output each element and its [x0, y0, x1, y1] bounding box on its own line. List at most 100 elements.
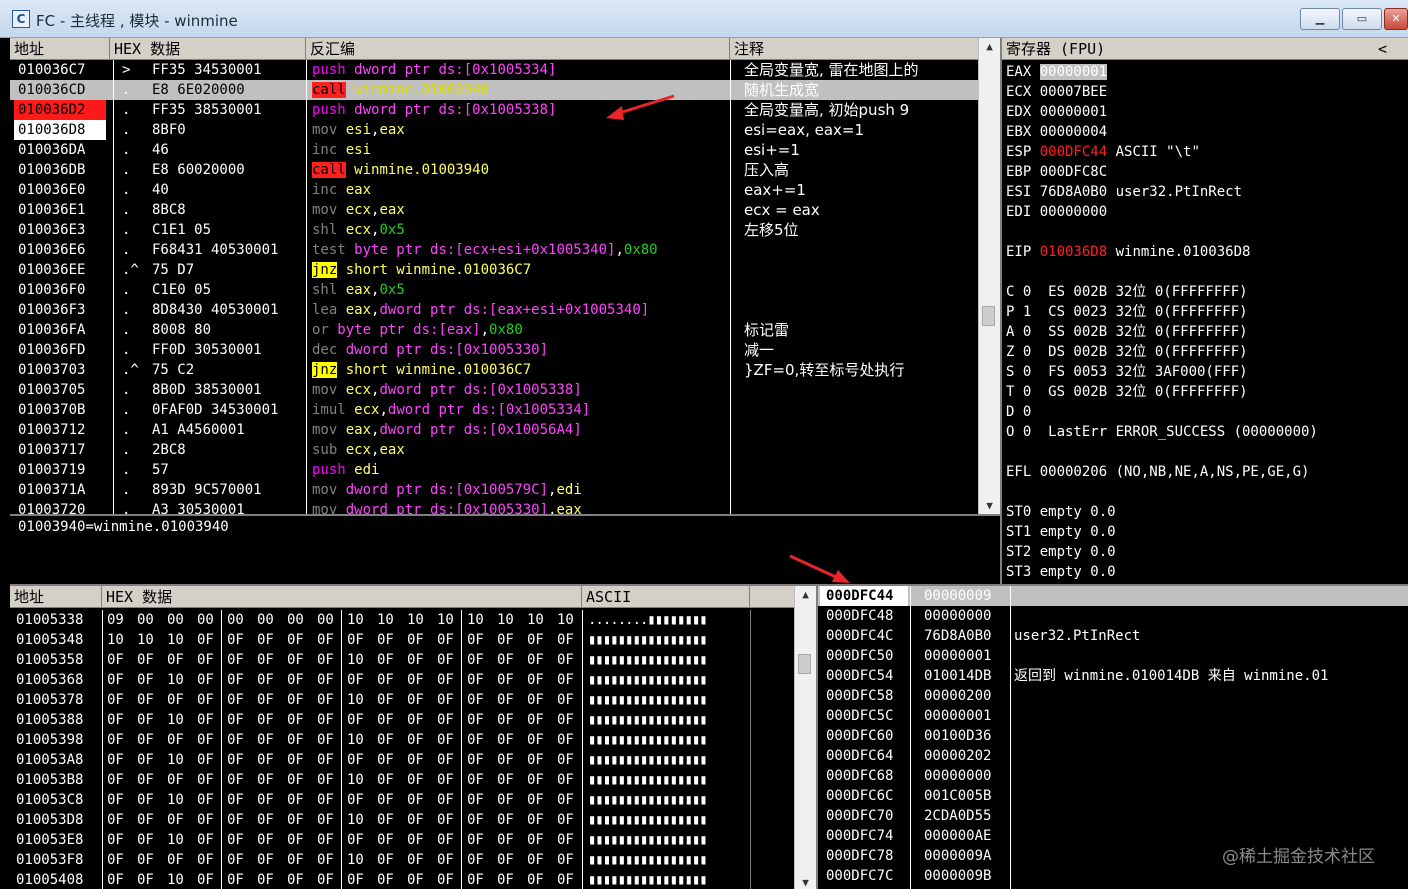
dump-byte[interactable]: 0F: [497, 870, 525, 889]
dump-byte[interactable]: 0F: [287, 650, 315, 670]
disasm-address[interactable]: 010036DA: [14, 140, 106, 160]
dump-byte[interactable]: 0F: [497, 690, 525, 710]
register-line[interactable]: EDX 00000001: [1006, 102, 1406, 122]
register-line[interactable]: EDI 00000000: [1006, 202, 1406, 222]
dump-byte[interactable]: 0F: [467, 630, 495, 650]
dump-byte[interactable]: 0F: [287, 750, 315, 770]
stack-value[interactable]: 00000001: [924, 706, 1008, 726]
disasm-row[interactable]: 010036E3. C1E1 05 shl ecx,0x5 左移5位: [10, 220, 980, 240]
dump-byte[interactable]: 0F: [227, 690, 255, 710]
dump-byte[interactable]: 0F: [557, 770, 585, 790]
disasm-address[interactable]: 010036E0: [14, 180, 106, 200]
disasm-instruction[interactable]: inc eax: [312, 180, 728, 200]
register-line[interactable]: ST1 empty 0.0: [1006, 522, 1406, 542]
dump-byte[interactable]: 0F: [377, 750, 405, 770]
dump-byte[interactable]: 00: [137, 610, 165, 630]
disasm-row[interactable]: 010036DA. 46 inc esi esi+=1: [10, 140, 980, 160]
register-line[interactable]: ST2 empty 0.0: [1006, 542, 1406, 562]
dump-row[interactable]: 01005408 0F 0F 10 0F 0F 0F 0F 0F 0F 0F 0F 0F 0F 0F 0F 0F…: [10, 870, 794, 889]
registers-pane[interactable]: 寄存器 (FPU) < EAX 00000001 ECX 00007BEE EDX …: [1000, 38, 1408, 584]
dump-byte[interactable]: 10: [347, 850, 375, 870]
stack-row[interactable]: 000DFC60 00100D36: [818, 726, 1408, 746]
disasm-instruction[interactable]: push dword ptr ds:[0x1005334]: [312, 60, 728, 80]
dump-byte[interactable]: 10: [407, 610, 435, 630]
dump-byte[interactable]: 0F: [557, 630, 585, 650]
dump-byte[interactable]: 0F: [227, 630, 255, 650]
disasm-instruction[interactable]: or byte ptr ds:[eax],0x80: [312, 320, 728, 340]
stack-value[interactable]: 00000000: [924, 606, 1008, 626]
scroll-up-icon[interactable]: ▲: [979, 40, 1000, 53]
disasm-instruction[interactable]: push edi: [312, 460, 728, 480]
dump-byte[interactable]: 0F: [407, 810, 435, 830]
dump-byte[interactable]: 0F: [347, 830, 375, 850]
dump-byte[interactable]: 0F: [137, 650, 165, 670]
dump-byte[interactable]: 10: [167, 750, 195, 770]
dump-row[interactable]: 010053C8 0F 0F 10 0F 0F 0F 0F 0F 0F 0F 0F 0F 0F 0F 0F 0F…: [10, 790, 794, 810]
dump-byte[interactable]: 0F: [467, 670, 495, 690]
dump-byte[interactable]: 0F: [347, 750, 375, 770]
dump-address[interactable]: 010053C8: [16, 790, 104, 810]
dump-address[interactable]: 010053D8: [16, 810, 104, 830]
dump-byte[interactable]: 0F: [467, 810, 495, 830]
dump-byte[interactable]: 0F: [377, 670, 405, 690]
dump-byte[interactable]: 0F: [137, 730, 165, 750]
register-line[interactable]: EFL 00000206 (NO,NB,NE,A,NS,PE,GE,G): [1006, 462, 1406, 482]
dump-byte[interactable]: 0F: [287, 630, 315, 650]
register-line[interactable]: ECX 00007BEE: [1006, 82, 1406, 102]
dump-byte[interactable]: 0F: [107, 690, 135, 710]
disasm-row[interactable]: 01003705. 8B0D 38530001 mov ecx,dword ptr …: [10, 380, 980, 400]
dump-byte[interactable]: 0F: [107, 670, 135, 690]
stack-value[interactable]: 00000009: [924, 586, 1008, 606]
dump-byte[interactable]: 0F: [407, 710, 435, 730]
dump-byte[interactable]: 0F: [137, 690, 165, 710]
dump-byte[interactable]: 0F: [347, 870, 375, 889]
stack-row[interactable]: 000DFC5C 00000001: [818, 706, 1408, 726]
disasm-row[interactable]: 01003719. 57 push edi: [10, 460, 980, 480]
dump-rows[interactable]: 01005338 09 00 00 00 00 00 00 00 10 10 10 10 10 10 10 10…: [10, 610, 794, 889]
dump-byte[interactable]: 0F: [527, 810, 555, 830]
stack-address[interactable]: 000DFC60: [820, 726, 908, 746]
dump-byte[interactable]: 0F: [497, 830, 525, 850]
register-line[interactable]: D 0: [1006, 402, 1406, 422]
disasm-instruction[interactable]: test byte ptr ds:[ecx+esi+0x1005340],0x8…: [312, 240, 728, 260]
dump-byte[interactable]: 0F: [467, 710, 495, 730]
disasm-address[interactable]: 01003720: [14, 500, 106, 514]
dump-byte[interactable]: 0F: [287, 710, 315, 730]
disasm-row[interactable]: 010036D8. 8BF0 mov esi,eax esi=eax, eax=1: [10, 120, 980, 140]
stack-address[interactable]: 000DFC48: [820, 606, 908, 626]
dump-byte[interactable]: 0F: [137, 830, 165, 850]
disasm-instruction[interactable]: jnz short winmine.010036C7: [312, 260, 728, 280]
stack-address[interactable]: 000DFC6C: [820, 786, 908, 806]
disasm-row[interactable]: 0100371A. 893D 9C570001 mov dword ptr ds:[…: [10, 480, 980, 500]
dump-byte[interactable]: 0F: [527, 830, 555, 850]
dump-byte[interactable]: 0F: [467, 870, 495, 889]
register-line[interactable]: EIP 010036D8 winmine.010036D8: [1006, 242, 1406, 262]
register-line[interactable]: A 0 SS 002B 32位 0(FFFFFFFF): [1006, 322, 1406, 342]
disasm-address[interactable]: 010036D2: [14, 100, 106, 120]
disasm-address[interactable]: 01003712: [14, 420, 106, 440]
dump-byte[interactable]: 10: [137, 630, 165, 650]
stack-row[interactable]: 000DFC68 00000000: [818, 766, 1408, 786]
dump-byte[interactable]: 0F: [137, 790, 165, 810]
dump-byte[interactable]: 0F: [377, 730, 405, 750]
dump-byte[interactable]: 0F: [407, 650, 435, 670]
dump-byte[interactable]: 0F: [377, 810, 405, 830]
dump-byte[interactable]: 0F: [557, 870, 585, 889]
dump-byte[interactable]: 0F: [377, 690, 405, 710]
stack-address[interactable]: 000DFC7C: [820, 866, 908, 886]
dump-byte[interactable]: 0F: [497, 790, 525, 810]
column-comment[interactable]: 注释: [730, 38, 980, 59]
register-line[interactable]: EBP 000DFC8C: [1006, 162, 1406, 182]
dump-byte[interactable]: 09: [107, 610, 135, 630]
dump-byte[interactable]: 0F: [137, 810, 165, 830]
dump-byte[interactable]: 0F: [497, 850, 525, 870]
dump-scroll-thumb[interactable]: [798, 654, 811, 674]
dump-column-address[interactable]: 地址: [10, 586, 102, 607]
register-line[interactable]: ST0 empty 0.0: [1006, 502, 1406, 522]
disassembly-rows[interactable]: 010036C7 > FF35 34530001 push dword ptr ds:…: [10, 60, 980, 514]
dump-byte[interactable]: 0F: [137, 870, 165, 889]
dump-byte[interactable]: 0F: [527, 630, 555, 650]
dump-byte[interactable]: 0F: [527, 790, 555, 810]
scroll-thumb[interactable]: [982, 306, 995, 326]
dump-row[interactable]: 010053A8 0F 0F 10 0F 0F 0F 0F 0F 0F 0F 0F 0F 0F 0F 0F 0F…: [10, 750, 794, 770]
